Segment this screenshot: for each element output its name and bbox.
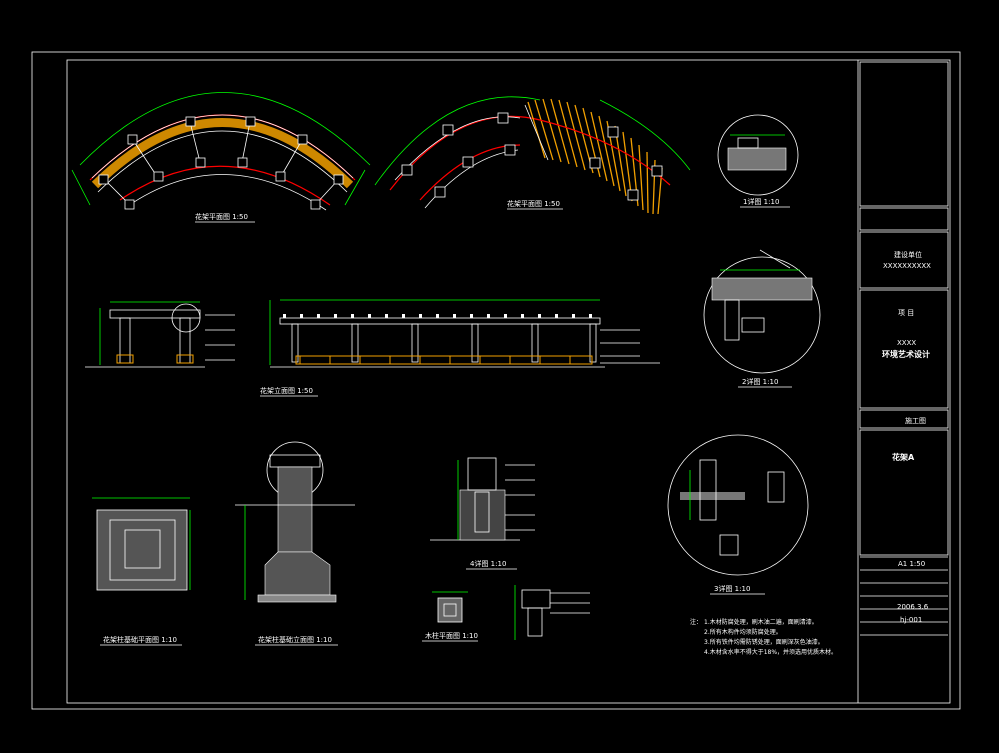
note-line: 2.所有木构件均须防腐处理。 bbox=[704, 628, 782, 636]
project-label: 项 目 bbox=[898, 309, 914, 317]
drawing-number: hj-001 bbox=[900, 616, 922, 624]
detail-4: 4详图 1:10 bbox=[430, 457, 535, 570]
plan2-label: 花架平面图 1:50 bbox=[507, 199, 560, 208]
note-line: 4.木材含水率不得大于18%，并须选用优质木材。 bbox=[704, 648, 837, 656]
detail3-label: 3详图 1:10 bbox=[714, 584, 750, 593]
note-line: 3.所有铁件均需防锈处理，面刷深灰色油漆。 bbox=[704, 638, 824, 646]
date-value: 2006.3.6 bbox=[897, 603, 929, 611]
cad-drawing-sheet: 花架平面图 1:50 花架平面图 1:50 花架立面图 1:50 1详图 1:1… bbox=[31, 51, 961, 710]
detail1-label: 1详图 1:10 bbox=[743, 197, 779, 206]
notes-title: 注： bbox=[690, 618, 702, 626]
project-line: XXXX bbox=[897, 339, 916, 347]
unit-value: XXXXXXXXXX bbox=[883, 262, 931, 270]
outer-frame bbox=[31, 51, 961, 710]
detail4-label: 4详图 1:10 bbox=[470, 559, 506, 568]
plan1-label: 花架平面图 1:50 bbox=[195, 212, 248, 221]
note-line: 1.木材防腐处理，刷木油二遍，面刷清漆。 bbox=[704, 618, 818, 626]
column-plan: 木柱平面图 1:10 bbox=[422, 585, 590, 642]
elevation-small bbox=[85, 301, 235, 368]
inner-frame bbox=[66, 59, 951, 704]
plan-view-2: 花架平面图 1:50 bbox=[374, 96, 691, 215]
foundation-elevation-label: 花架柱基础立面图 1:10 bbox=[258, 635, 332, 644]
plan-view-1: 花架平面图 1:50 bbox=[71, 92, 371, 223]
foundation-plan: 花架柱基础平面图 1:10 bbox=[92, 497, 191, 646]
detail2-label: 2详图 1:10 bbox=[742, 377, 778, 386]
unit-label: 建设单位 bbox=[894, 250, 922, 259]
stage-value: 施工图 bbox=[905, 416, 926, 425]
title-block: 建设单位 XXXXXXXXXX 项 目 XXXX 环境艺术设计 施工图 花架A … bbox=[857, 60, 949, 703]
foundation-plan-label: 花架柱基础平面图 1:10 bbox=[103, 635, 177, 644]
drawing-name: 花架A bbox=[892, 452, 915, 462]
foundation-elevation: 花架柱基础立面图 1:10 bbox=[235, 441, 355, 646]
column-plan-label: 木柱平面图 1:10 bbox=[425, 631, 478, 640]
detail-1: 1详图 1:10 bbox=[717, 114, 799, 208]
rafters bbox=[527, 98, 663, 215]
detail-2: 2详图 1:10 bbox=[703, 249, 821, 388]
scale-value: A1 1:50 bbox=[898, 560, 925, 568]
detail-3: 3详图 1:10 bbox=[667, 434, 809, 595]
notes: 注： 1.木材防腐处理，刷木油二遍，面刷清漆。 2.所有木构件均须防腐处理。 3… bbox=[690, 618, 837, 656]
project-name: 环境艺术设计 bbox=[882, 349, 930, 359]
elevation-label: 花架立面图 1:50 bbox=[260, 386, 313, 395]
elevation-long: 花架立面图 1:50 bbox=[260, 299, 660, 397]
